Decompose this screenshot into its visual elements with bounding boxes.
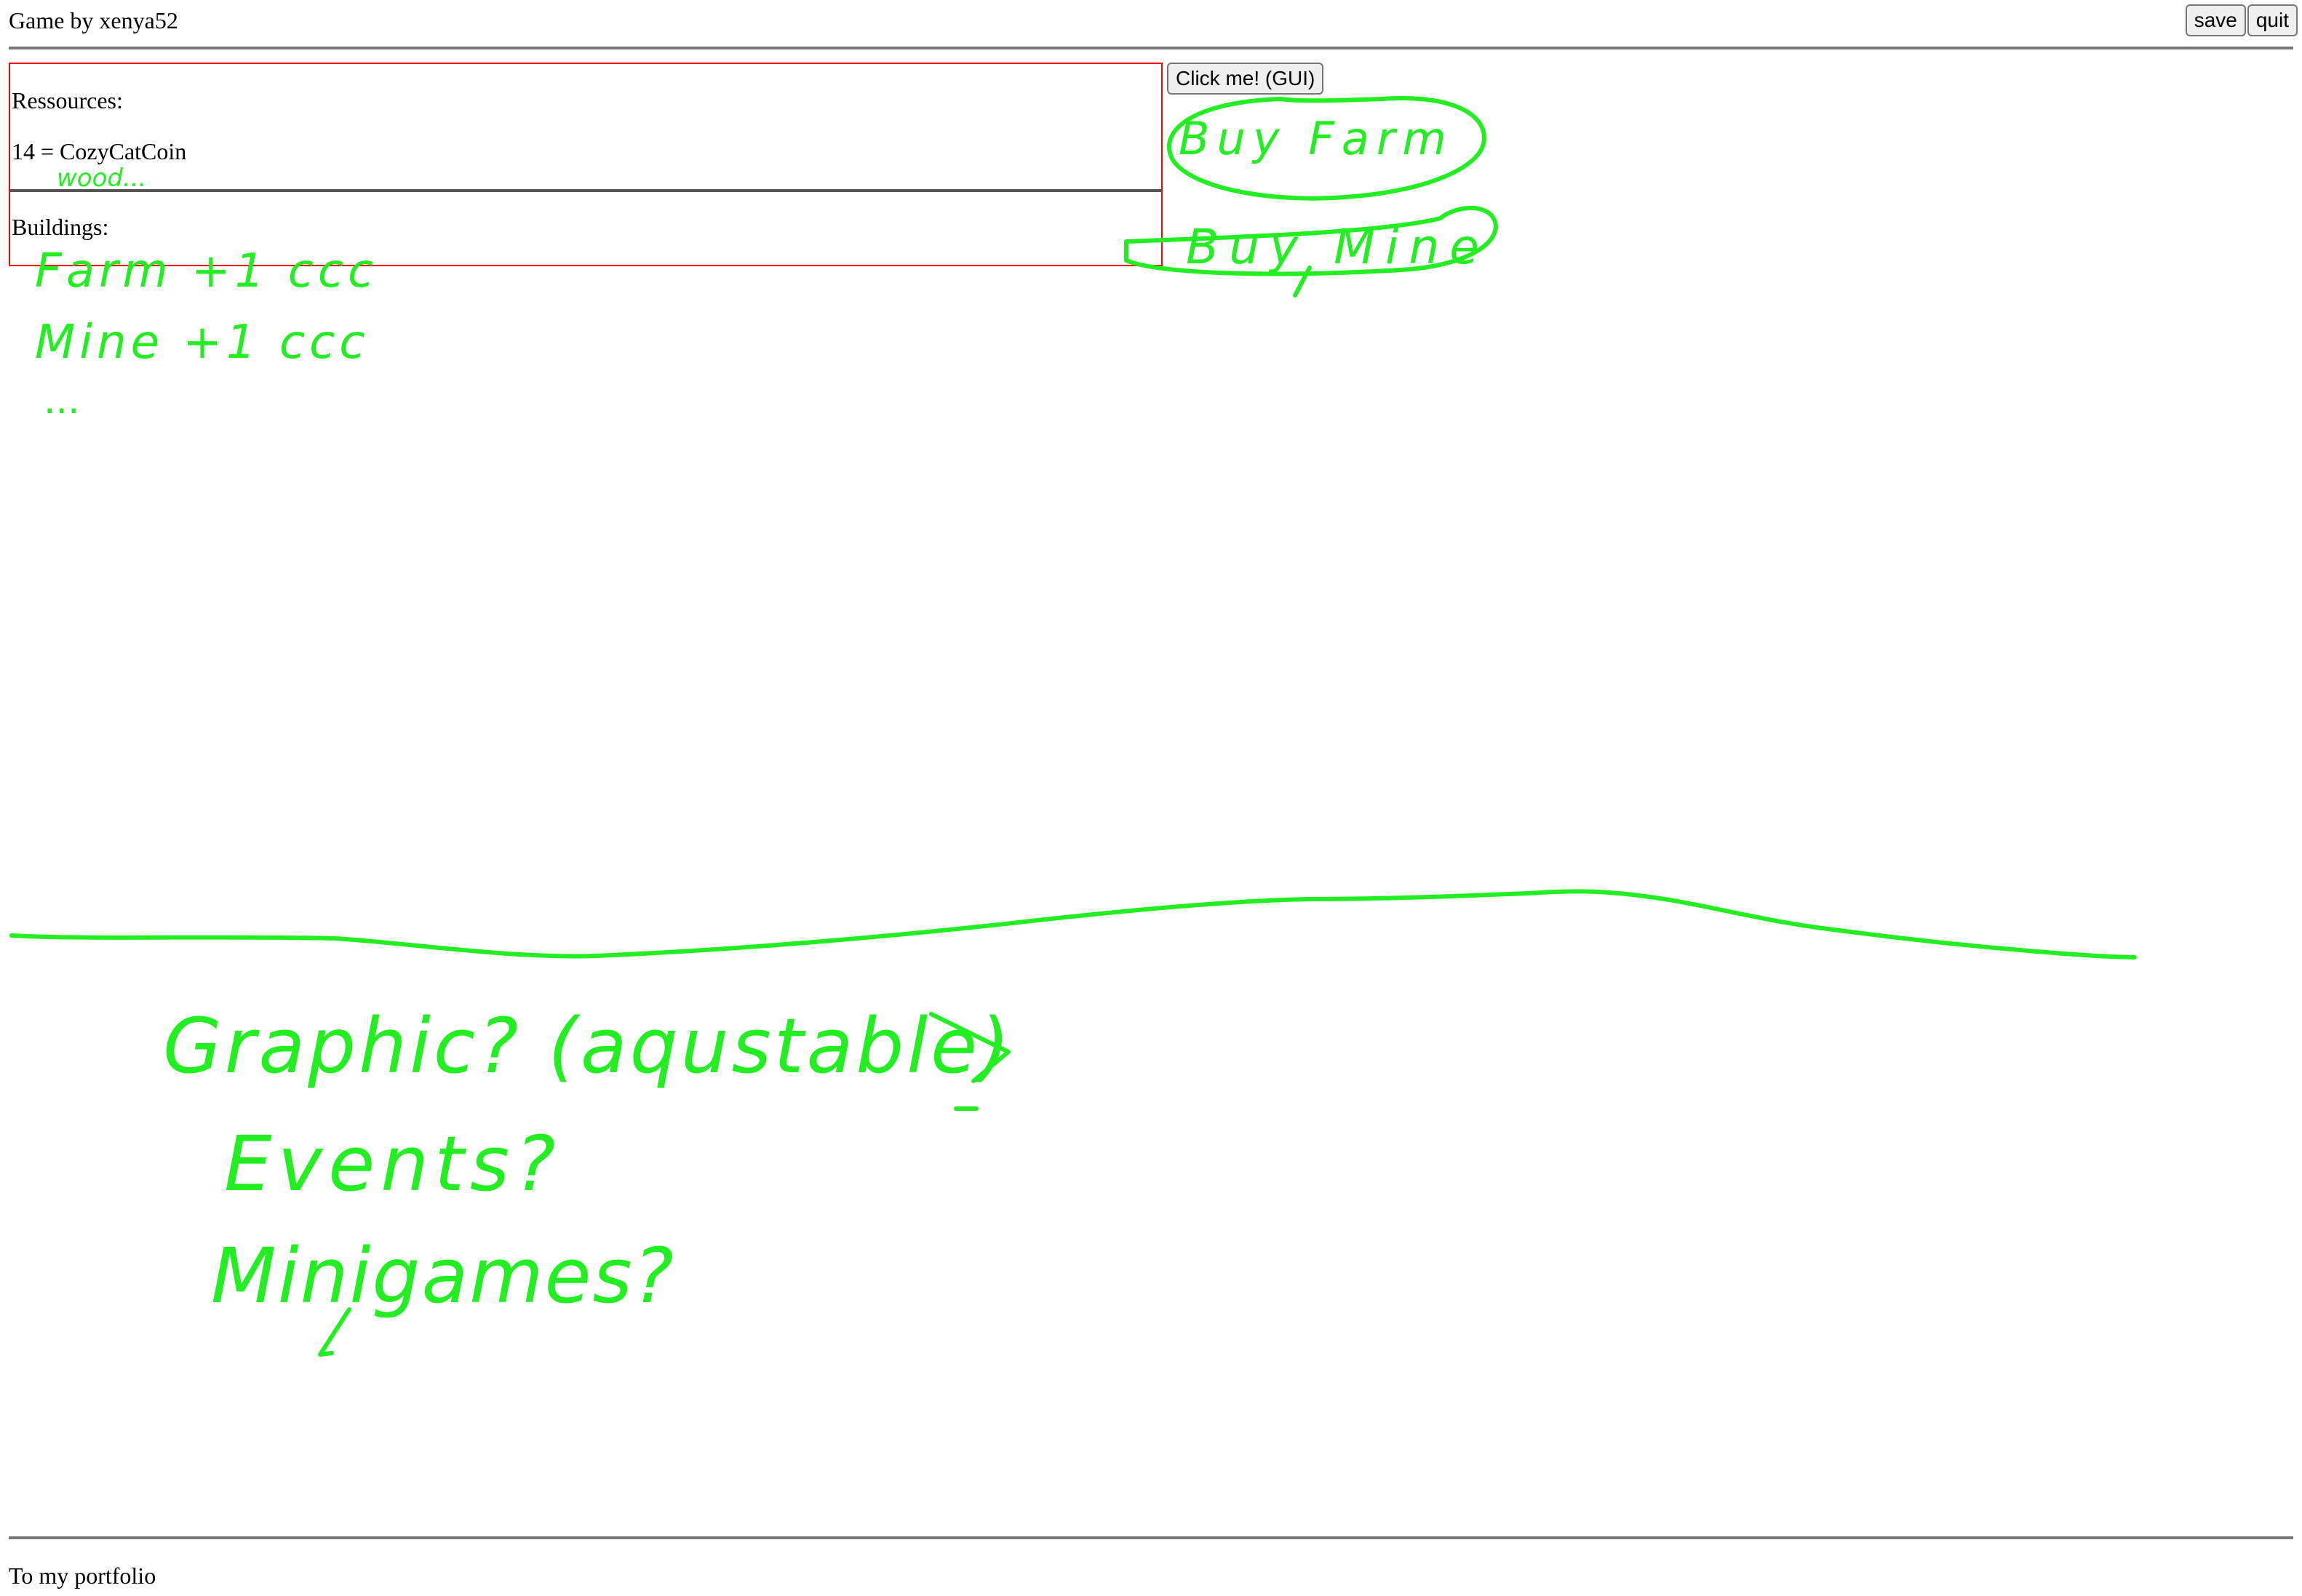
top-button-group: save quit bbox=[2185, 4, 2298, 36]
buy-farm-ellipse bbox=[1167, 96, 1486, 201]
sketch-minigames-tail bbox=[318, 1307, 351, 1357]
buy-mine-ellipse bbox=[1124, 205, 1498, 276]
panel-divider bbox=[10, 189, 1161, 192]
sketch-more: ... bbox=[44, 379, 80, 423]
resource-value: 14 = CozyCatCoin bbox=[12, 138, 187, 164]
click-me-gui-button[interactable]: Click me! (GUI) bbox=[1167, 63, 1324, 95]
quit-button[interactable]: quit bbox=[2247, 4, 2298, 36]
sketch-buy-mine: Buy Mine bbox=[1186, 219, 1489, 275]
resources-buildings-panel: Ressources: 14 = CozyCatCoin Buildings: bbox=[9, 63, 1163, 266]
portfolio-link[interactable]: To my portfolio bbox=[9, 1563, 156, 1589]
resources-label: Ressources: bbox=[12, 87, 123, 113]
sketch-horizon-line bbox=[9, 889, 2137, 959]
sketch-mine-line: Mine +1 ccc bbox=[35, 316, 370, 370]
sketch-buy-farm: Buy Farm bbox=[1179, 112, 1454, 165]
game-page: Game by xenya52 save quit Ressources: 14… bbox=[0, 0, 2302, 1596]
buy-mine-tail bbox=[1293, 266, 1312, 298]
sketch-graphic-line: Graphic? (aqustable) bbox=[163, 1002, 1013, 1090]
top-divider bbox=[9, 47, 2293, 49]
page-title: Game by xenya52 bbox=[9, 7, 178, 33]
buildings-label: Buildings: bbox=[12, 214, 109, 240]
sketch-arrow bbox=[929, 1012, 1011, 1111]
sketch-events-line: Events? bbox=[224, 1120, 561, 1208]
save-button[interactable]: save bbox=[2185, 4, 2246, 36]
sketch-minigames-line: Minigames? bbox=[211, 1232, 675, 1320]
bottom-divider bbox=[9, 1536, 2293, 1539]
